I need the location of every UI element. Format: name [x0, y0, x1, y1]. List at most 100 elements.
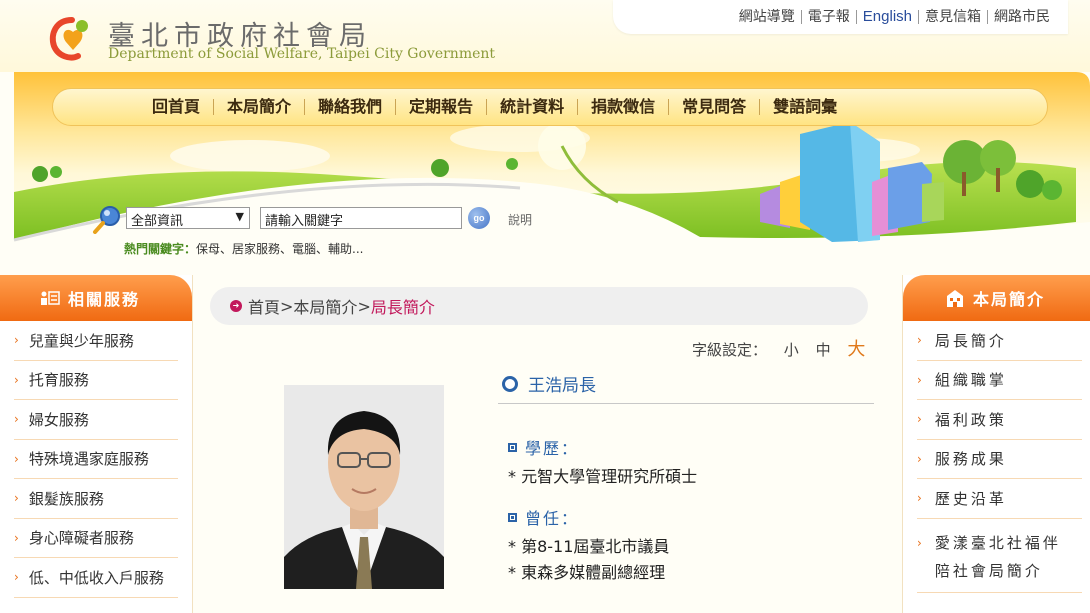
breadcrumb: ➜ 首頁 > 本局簡介 > 局長簡介 — [210, 287, 868, 325]
chevron-down-icon: ▼ — [235, 210, 244, 223]
nav-glossary[interactable]: 雙語詞彙 — [759, 99, 850, 115]
sidebar-item-label: 身心障礙者服務 — [28, 529, 134, 548]
sidebar-item-label: 歷史沿革 — [934, 489, 1007, 508]
director-photo — [284, 385, 444, 589]
banner: 回首頁 本局簡介 聯絡我們 定期報告 統計資料 捐款徵信 常見問答 雙語詞彙 全… — [0, 72, 1090, 260]
sidebar-item-achievements[interactable]: › 服務成果 — [917, 440, 1082, 479]
related-services-title: 相關服務 — [68, 290, 141, 309]
chevron-right-icon: › — [14, 530, 19, 545]
nav-home[interactable]: 回首頁 — [139, 99, 213, 115]
chevron-right-icon: › — [917, 412, 925, 427]
sidebar-item-childcare[interactable]: › 托育服務 — [14, 361, 178, 400]
related-services-header: 相關服務 — [0, 275, 192, 321]
breadcrumb-section[interactable]: 本局簡介 — [293, 294, 357, 318]
list-icon — [41, 291, 60, 305]
bullet-circle-icon — [502, 375, 518, 392]
chevron-right-icon: › — [14, 333, 19, 348]
search-scope-value: 全部資訊 — [131, 214, 184, 229]
experience-item: * 東森多媒體副總經理 — [508, 563, 666, 582]
hot-keywords-label: 熱門關鍵字： — [124, 242, 197, 256]
education-heading-text: 學歷： — [525, 439, 580, 458]
font-size-setting: 字級設定： 小 中 大 — [692, 335, 865, 361]
sidebar-item-special-family[interactable]: › 特殊境遇家庭服務 — [14, 440, 178, 479]
left-sidebar: 相關服務 › 兒童與少年服務 › 托育服務 › 婦女服務 › 特殊境遇家庭服務 › 銀髮族… — [0, 275, 193, 613]
sidebar-item-organization[interactable]: › 組織職掌 — [917, 361, 1082, 400]
sidebar-item-disability[interactable]: › 身心障礙者服務 — [14, 519, 178, 558]
education-item: * 元智大學管理研究所碩士 — [508, 467, 698, 486]
sidebar-item-label: 兒童與少年服務 — [28, 331, 134, 350]
divider — [498, 403, 874, 404]
search-area: 全部資訊 ▼ 請輸入關鍵字 go 說明 熱門關鍵字：保母、居家服務、電腦、輔助.… — [92, 204, 552, 260]
sidebar-item-label: 婦女服務 — [28, 410, 89, 429]
site-header: 臺北市政府社會局 Department of Social Welfare, T… — [0, 0, 1090, 72]
bureau-intro-header: 本局簡介 — [903, 275, 1090, 321]
sidebar-item-director[interactable]: › 局長簡介 — [917, 321, 1082, 361]
chevron-right-icon: › — [14, 570, 19, 585]
sidebar-item-label: 特殊境遇家庭服務 — [28, 450, 149, 469]
online-citizen-link[interactable]: 網路市民 — [987, 10, 1056, 24]
search-scope-select[interactable]: 全部資訊 ▼ — [126, 207, 250, 229]
sidebar-item-label: 托育服務 — [28, 371, 89, 390]
search-magnifier-icon — [93, 206, 120, 234]
chevron-right-icon: › — [917, 372, 925, 387]
sidebar-item-low-income[interactable]: › 低、中低收入戶服務 — [14, 558, 178, 598]
font-size-medium[interactable]: 中 — [816, 341, 831, 359]
breadcrumb-separator: > — [280, 296, 294, 316]
sidebar-item-label: 福利政策 — [934, 410, 1007, 429]
chevron-right-icon: › — [917, 491, 925, 506]
bullet-square-icon — [508, 512, 517, 522]
sitemap-link[interactable]: 網站導覽 — [733, 10, 801, 24]
nav-statistics[interactable]: 統計資料 — [486, 99, 577, 115]
feedback-mailbox-link[interactable]: 意見信箱 — [918, 10, 987, 24]
nav-faq[interactable]: 常見問答 — [668, 99, 759, 115]
nav-contact[interactable]: 聯絡我們 — [304, 99, 395, 115]
sidebar-item-label: 低、中低收入戶服務 — [28, 568, 164, 587]
education-heading: 學歷： — [508, 435, 579, 459]
chevron-right-icon: › — [14, 451, 19, 466]
search-help-link[interactable]: 說明 — [508, 211, 532, 228]
director-portrait-image — [284, 385, 444, 589]
font-size-small[interactable]: 小 — [784, 341, 799, 359]
related-services-list: › 兒童與少年服務 › 托育服務 › 婦女服務 › 特殊境遇家庭服務 › 銀髮族服務 › 身… — [0, 321, 192, 598]
chevron-right-icon: › — [14, 412, 19, 427]
hot-keywords-list[interactable]: 保母、居家服務、電腦、輔助... — [196, 242, 363, 256]
top-links: 網站導覽 電子報 English 意見信箱 網路市民 — [612, 0, 1068, 34]
breadcrumb-home[interactable]: 首頁 — [248, 294, 280, 318]
main-nav: 回首頁 本局簡介 聯絡我們 定期報告 統計資料 捐款徵信 常見問答 雙語詞彙 — [52, 88, 1048, 126]
experience-heading: 曾任： — [508, 505, 579, 529]
sidebar-item-women[interactable]: › 婦女服務 — [14, 400, 178, 440]
search-input[interactable]: 請輸入關鍵字 — [260, 207, 462, 229]
sidebar-item-label: 服務成果 — [934, 450, 1007, 469]
experience-item: * 第8-11屆臺北市議員 — [508, 537, 670, 556]
site-title-en[interactable]: Department of Social Welfare, Taipei Cit… — [108, 46, 495, 62]
sidebar-item-label: 組織職掌 — [934, 371, 1007, 390]
search-go-button[interactable]: go — [468, 207, 490, 229]
main-content: ➜ 首頁 > 本局簡介 > 局長簡介 字級設定： 小 中 大 王浩局長 學歷： … — [196, 275, 900, 613]
sidebar-item-welfare-policy[interactable]: › 福利政策 — [917, 400, 1082, 440]
sidebar-item-seniors[interactable]: › 銀髮族服務 — [14, 479, 178, 519]
arrow-right-icon: ➜ — [230, 300, 242, 312]
nav-about[interactable]: 本局簡介 — [213, 99, 304, 115]
logo-icon[interactable] — [46, 12, 98, 64]
sidebar-item-intro-video[interactable]: › 愛漾臺北社福伴陪社會局簡介 — [917, 519, 1082, 593]
sidebar-item-history[interactable]: › 歷史沿革 — [917, 479, 1082, 519]
director-name-text: 王浩局長 — [528, 376, 596, 396]
bureau-intro-title: 本局簡介 — [973, 290, 1046, 309]
newsletter-link[interactable]: 電子報 — [800, 10, 856, 24]
bureau-intro-list: › 局長簡介 › 組織職掌 › 福利政策 › 服務成果 › 歷史沿革 › 愛漾臺北社福伴陪社… — [903, 321, 1090, 593]
nav-reports[interactable]: 定期報告 — [395, 99, 486, 115]
chevron-right-icon: › — [14, 372, 19, 387]
sidebar-item-children-youth[interactable]: › 兒童與少年服務 — [14, 321, 178, 361]
english-link[interactable]: English — [855, 9, 918, 24]
sidebar-item-label: 銀髮族服務 — [28, 489, 104, 508]
chevron-right-icon: › — [14, 491, 19, 506]
font-size-label: 字級設定： — [692, 341, 768, 359]
building-icon — [947, 290, 963, 307]
sidebar-item-label: 局長簡介 — [934, 331, 1007, 350]
breadcrumb-current: 局長簡介 — [370, 298, 435, 317]
director-name: 王浩局長 — [502, 371, 596, 396]
nav-donations[interactable]: 捐款徵信 — [577, 99, 668, 115]
hot-keywords: 熱門關鍵字：保母、居家服務、電腦、輔助... — [124, 240, 363, 257]
breadcrumb-separator: > — [357, 296, 371, 316]
font-size-large[interactable]: 大 — [847, 339, 865, 360]
